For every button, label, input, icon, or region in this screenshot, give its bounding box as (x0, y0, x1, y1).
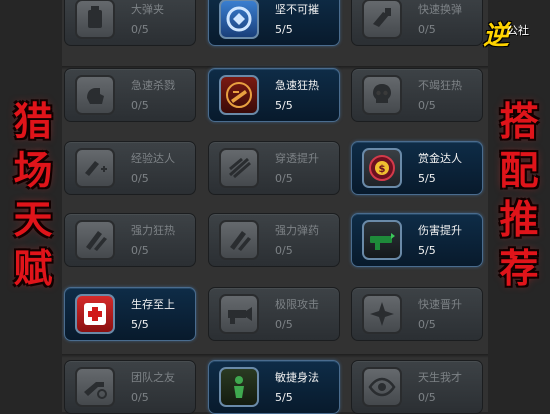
talent-points: 0/5 (131, 23, 149, 36)
talent-points: 0/5 (131, 172, 149, 185)
svg-text:$: $ (379, 164, 386, 175)
talent-panel (62, 0, 488, 412)
left-banner-char: 场 (13, 149, 53, 194)
eye-icon (362, 367, 402, 407)
talent-points: 5/5 (275, 391, 293, 404)
talent-name: 坚不可摧 (275, 3, 319, 16)
talent-card[interactable]: 经验达人 0/5 (64, 141, 196, 195)
talent-points: 5/5 (131, 318, 149, 331)
talent-name: 经验达人 (131, 152, 175, 165)
talent-card[interactable]: 强力弹药 0/5 (208, 213, 340, 267)
right-banner: 搭 配 推 荐 (490, 98, 548, 294)
damage-gun-icon (362, 220, 402, 260)
talent-name: 强力狂热 (131, 224, 175, 237)
row-divider (62, 354, 488, 358)
talent-name: 极限攻击 (275, 298, 319, 311)
talent-points: 0/5 (418, 391, 436, 404)
talent-points: 0/5 (275, 318, 293, 331)
right-banner-char: 搭 (499, 100, 539, 145)
talent-card[interactable]: 团队之友 0/5 (64, 360, 196, 414)
talent-points: 0/5 (131, 99, 149, 112)
right-banner-char: 荐 (499, 247, 539, 292)
talent-card[interactable]: 敏捷身法 5/5 (208, 360, 340, 414)
talent-card[interactable]: 生存至上 5/5 (64, 287, 196, 341)
medkit-icon (75, 294, 115, 334)
left-banner-char: 天 (13, 198, 53, 243)
talent-points: 5/5 (275, 99, 293, 112)
talent-name: 急速杀戮 (131, 79, 175, 92)
talent-name: 急速狂热 (275, 79, 319, 92)
right-banner-char: 配 (499, 149, 539, 194)
left-banner-char: 猎 (13, 100, 53, 145)
talent-card[interactable]: 极限攻击 0/5 (208, 287, 340, 341)
talent-card[interactable]: 坚不可摧 5/5 (208, 0, 340, 46)
penetration-icon (219, 148, 259, 188)
talent-points: 0/5 (418, 99, 436, 112)
talent-card[interactable]: 快速换弹 0/5 (351, 0, 483, 46)
talent-card[interactable]: 急速杀戮 0/5 (64, 68, 196, 122)
promotion-icon (362, 294, 402, 334)
talent-name: 强力弹药 (275, 224, 319, 237)
talent-points: 0/5 (131, 244, 149, 257)
frenzy-icon (219, 75, 259, 115)
power-ammo-icon (219, 220, 259, 260)
left-banner: 猎 场 天 赋 (4, 98, 62, 294)
talent-name: 天生我才 (418, 371, 462, 384)
talent-name: 快速换弹 (418, 3, 462, 16)
talent-name: 伤害提升 (418, 224, 462, 237)
talent-name: 大弹夹 (131, 3, 164, 16)
site-logo: 逆 公社 (466, 18, 546, 51)
logo-text: 公社 (507, 24, 529, 37)
agility-icon (219, 367, 259, 407)
talent-name: 敏捷身法 (275, 371, 319, 384)
right-banner-char: 推 (499, 198, 539, 243)
talent-card[interactable]: 天生我才 0/5 (351, 360, 483, 414)
talent-card[interactable]: 快速晋升 0/5 (351, 287, 483, 341)
bounty-icon: $ (362, 148, 402, 188)
talent-points: 5/5 (418, 244, 436, 257)
talent-card[interactable]: 穿透提升 0/5 (208, 141, 340, 195)
talent-card[interactable]: 强力狂热 0/5 (64, 213, 196, 267)
team-gun-icon (75, 367, 115, 407)
talent-points: 0/5 (418, 318, 436, 331)
talent-points: 0/5 (275, 244, 293, 257)
fist-icon (75, 75, 115, 115)
talent-points: 5/5 (275, 23, 293, 36)
talent-name: 穿透提升 (275, 152, 319, 165)
logo-mark: 逆 (482, 20, 509, 51)
talent-name: 赏金达人 (418, 152, 462, 165)
talent-points: 0/5 (275, 172, 293, 185)
power-frenzy-icon (75, 220, 115, 260)
talent-card[interactable]: 伤害提升 5/5 (351, 213, 483, 267)
talent-card[interactable]: $ 赏金达人 5/5 (351, 141, 483, 195)
reload-icon (362, 0, 402, 39)
magazine-icon (75, 0, 115, 39)
talent-points: 0/5 (418, 23, 436, 36)
skull-icon (362, 75, 402, 115)
talent-card[interactable]: 大弹夹 0/5 (64, 0, 196, 46)
talent-card[interactable]: 不竭狂热 0/5 (351, 68, 483, 122)
talent-name: 生存至上 (131, 298, 175, 311)
talent-name: 团队之友 (131, 371, 175, 384)
talent-card[interactable]: 急速狂热 5/5 (208, 68, 340, 122)
talent-name: 不竭狂热 (418, 79, 462, 92)
exp-plus-icon (75, 148, 115, 188)
extreme-attack-icon (219, 294, 259, 334)
talent-points: 5/5 (418, 172, 436, 185)
talent-points: 0/5 (131, 391, 149, 404)
talent-name: 快速晋升 (418, 298, 462, 311)
left-banner-char: 赋 (13, 247, 53, 292)
shield-burst-icon (219, 0, 259, 39)
